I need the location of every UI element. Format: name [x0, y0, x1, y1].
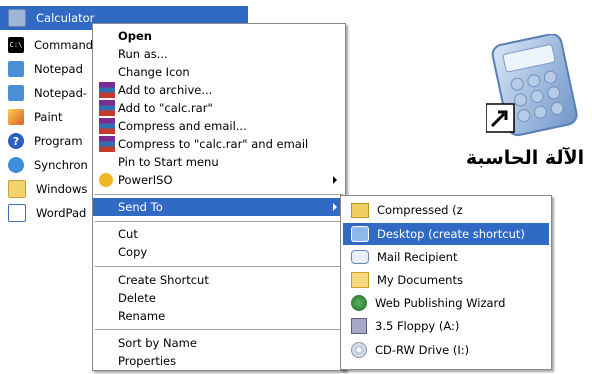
menu-item-label: Create Shortcut — [118, 273, 209, 287]
menu-item-create-shortcut[interactable]: Create Shortcut — [93, 271, 345, 289]
menu-separator — [95, 194, 343, 195]
menu-item-run-as[interactable]: Run as... — [93, 45, 345, 63]
notepad-icon — [8, 61, 24, 77]
paint-icon — [8, 109, 24, 125]
web-publishing-icon — [351, 295, 367, 311]
menu-separator — [95, 329, 343, 330]
menu-item-label: Compress to "calc.rar" and email — [118, 137, 309, 151]
mail-recipient-icon — [351, 250, 369, 264]
submenu-item-label: CD-RW Drive (I:) — [375, 343, 470, 357]
menu-item-compress-email[interactable]: Compress and email... — [93, 117, 345, 135]
winrar-icon — [99, 136, 115, 152]
submenu-item-label: Compressed (z — [377, 203, 463, 217]
submenu-item-label: Desktop (create shortcut) — [377, 227, 525, 241]
poweriso-icon — [99, 173, 113, 187]
menu-item-compress-rar-email[interactable]: Compress to "calc.rar" and email — [93, 135, 345, 153]
menu-item-copy[interactable]: Copy — [93, 243, 345, 261]
start-item-label: Program — [34, 134, 83, 148]
menu-item-change-icon[interactable]: Change Icon — [93, 63, 345, 81]
send-to-compressed-folder[interactable]: Compressed (z — [343, 199, 549, 221]
menu-item-open[interactable]: Open — [93, 27, 345, 45]
floppy-drive-icon — [351, 318, 367, 334]
menu-item-label: Cut — [118, 227, 138, 241]
menu-item-label: Copy — [118, 245, 148, 259]
start-item-label: Calculator — [36, 11, 95, 25]
submenu-arrow-icon — [333, 203, 337, 211]
menu-item-label: Compress and email... — [118, 119, 247, 133]
start-item-label: Command — [34, 38, 94, 52]
my-documents-icon — [351, 272, 369, 288]
menu-item-poweriso[interactable]: PowerISO — [93, 171, 345, 189]
desktop-icon-caption: الآلة الحاسبة — [465, 147, 585, 169]
menu-item-label: Open — [118, 29, 152, 43]
menu-item-label: Change Icon — [118, 65, 190, 79]
send-to-submenu: Compressed (z Desktop (create shortcut) … — [340, 195, 552, 370]
wordpad-icon — [8, 204, 26, 222]
menu-item-send-to[interactable]: Send To — [93, 198, 345, 216]
menu-item-rename[interactable]: Rename — [93, 307, 345, 325]
notepad-plus-icon — [8, 85, 24, 101]
winrar-icon — [99, 100, 115, 116]
context-menu: Open Run as... Change Icon Add to archiv… — [92, 23, 346, 371]
start-item-label: Notepad- — [34, 86, 88, 100]
menu-item-label: Sort by Name — [118, 336, 197, 350]
menu-separator — [95, 221, 343, 222]
synchronize-icon — [8, 157, 24, 173]
start-item-label: Paint — [34, 110, 63, 124]
start-item-label: Windows — [36, 182, 88, 196]
menu-item-label: Add to "calc.rar" — [118, 101, 213, 115]
send-to-web-publishing[interactable]: Web Publishing Wizard — [343, 292, 549, 314]
menu-item-label: Send To — [118, 200, 163, 214]
start-item-label: Synchron — [34, 158, 88, 172]
menu-item-sort-by-name[interactable]: Sort by Name — [93, 334, 345, 352]
compressed-folder-icon — [351, 202, 369, 218]
desktop-icon — [351, 226, 369, 242]
submenu-item-label: My Documents — [377, 273, 463, 287]
menu-separator — [95, 266, 343, 267]
send-to-cdrw[interactable]: CD-RW Drive (I:) — [343, 339, 549, 361]
menu-item-cut[interactable]: Cut — [93, 225, 345, 243]
menu-item-add-to-rar[interactable]: Add to "calc.rar" — [93, 99, 345, 117]
start-item-label: WordPad — [36, 206, 87, 220]
menu-item-label: Delete — [118, 291, 156, 305]
menu-item-add-to-archive[interactable]: Add to archive... — [93, 81, 345, 99]
calculator-shortcut-icon[interactable] — [485, 33, 582, 138]
program-compatibility-icon: ? — [8, 133, 24, 149]
menu-item-delete[interactable]: Delete — [93, 289, 345, 307]
menu-item-label: PowerISO — [118, 173, 173, 187]
calculator-shortcut-icon-graphic — [485, 33, 578, 137]
winrar-icon — [99, 118, 115, 134]
menu-item-label: Properties — [118, 354, 177, 368]
submenu-arrow-icon — [333, 176, 337, 184]
start-item-label: Notepad — [34, 62, 83, 76]
menu-item-label: Run as... — [118, 47, 168, 61]
menu-item-pin-start[interactable]: Pin to Start menu — [93, 153, 345, 171]
send-to-mail-recipient[interactable]: Mail Recipient — [343, 246, 549, 268]
menu-item-label: Rename — [118, 309, 166, 323]
send-to-desktop[interactable]: Desktop (create shortcut) — [343, 223, 549, 245]
command-prompt-icon: C:\ — [8, 37, 24, 53]
windows-explorer-icon — [8, 180, 26, 198]
menu-item-label: Add to archive... — [118, 83, 213, 97]
submenu-item-label: Web Publishing Wizard — [375, 296, 506, 310]
send-to-floppy[interactable]: 3.5 Floppy (A:) — [343, 315, 549, 337]
menu-item-properties[interactable]: Properties — [93, 352, 345, 370]
send-to-my-documents[interactable]: My Documents — [343, 269, 549, 291]
calculator-icon — [8, 9, 26, 27]
submenu-item-label: 3.5 Floppy (A:) — [375, 319, 460, 333]
winrar-icon — [99, 82, 115, 98]
submenu-item-label: Mail Recipient — [377, 250, 458, 264]
cdrw-drive-icon — [351, 342, 367, 358]
menu-item-label: Pin to Start menu — [118, 155, 219, 169]
